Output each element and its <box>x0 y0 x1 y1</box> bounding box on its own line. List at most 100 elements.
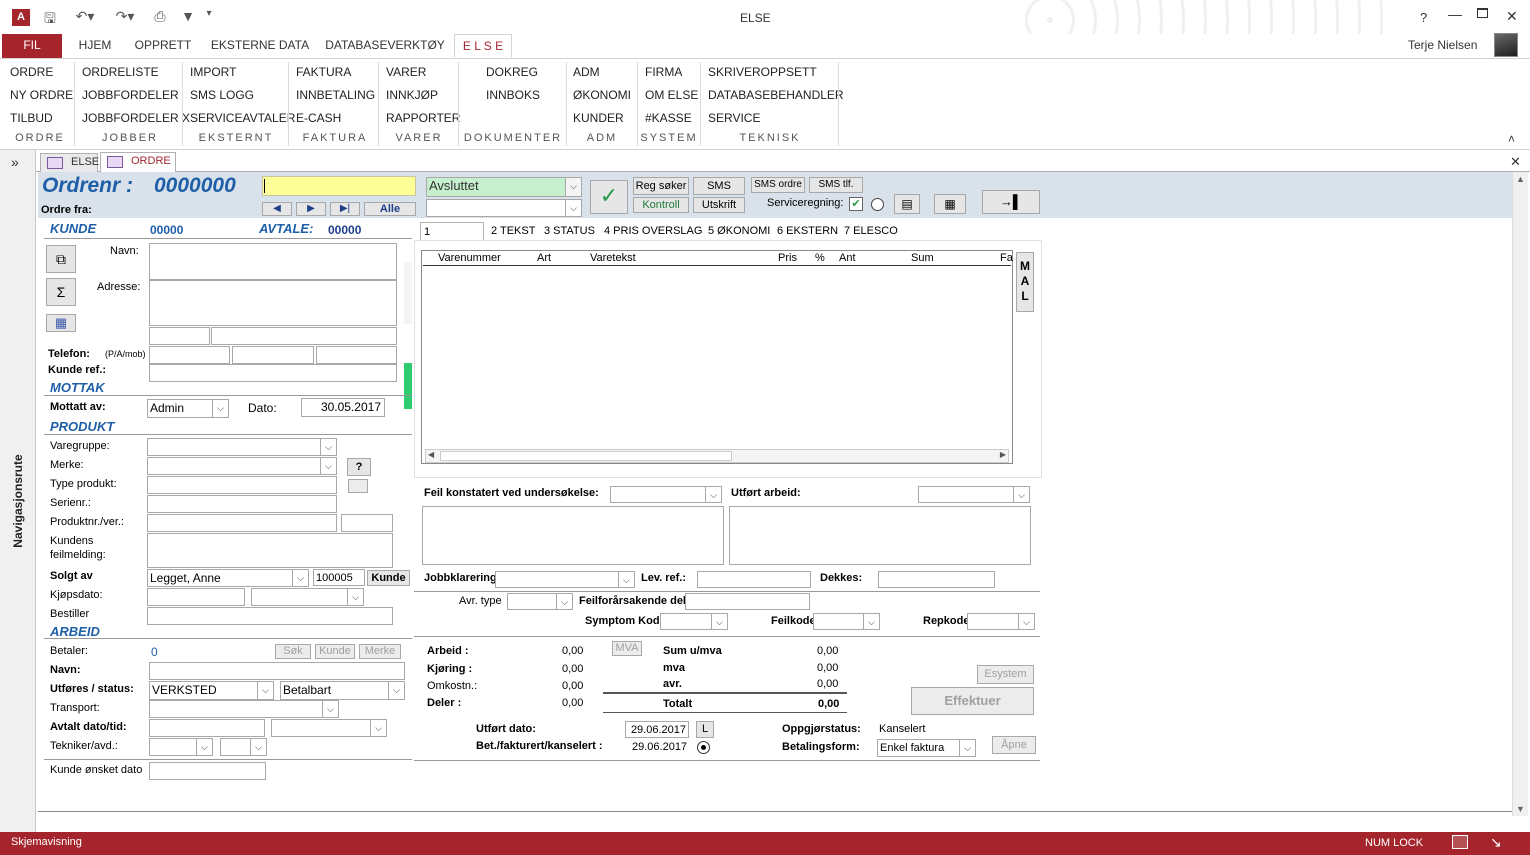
tab-tekst[interactable]: 2 TEKST <box>491 222 535 240</box>
avtalt-tid-select[interactable]: ⌵ <box>271 719 387 737</box>
layout-view-icon[interactable]: ↘ <box>1490 834 1502 851</box>
utfort-arbeid-select[interactable]: ⌵ <box>918 486 1030 503</box>
ribbon-service[interactable]: SERVICE <box>708 108 844 131</box>
ribbon-e-cash[interactable]: E-CASH <box>296 108 375 131</box>
serviceregning-checkbox[interactable]: ✔ <box>849 197 863 211</box>
betaler-field[interactable]: 0 <box>148 643 254 661</box>
onsket-dato-field[interactable] <box>149 762 266 780</box>
chevron-down-icon[interactable]: ⌵ <box>250 739 266 755</box>
nav-last-button[interactable]: ▶| <box>330 202 360 216</box>
chevron-down-icon[interactable]: ⌵ <box>212 400 228 417</box>
status-select[interactable]: Avsluttet ⌵ <box>426 177 582 197</box>
sms-tlf-button[interactable]: SMS tlf. <box>809 177 863 193</box>
versjon-field[interactable] <box>341 514 393 532</box>
ribbon-databasebehandler[interactable]: DATABASEBEHANDLER <box>708 85 844 108</box>
utfort-dato-field[interactable]: 29.06.2017 <box>625 721 689 738</box>
varegruppe-select[interactable]: ⌵ <box>147 438 337 456</box>
chevron-down-icon[interactable]: ⌵ <box>556 594 572 609</box>
solgt-av-select[interactable]: Legget, Anne ⌵ <box>147 569 309 587</box>
apne-button[interactable]: Åpne <box>992 736 1036 754</box>
feilmelding-field[interactable] <box>147 533 393 568</box>
feil-konstatert-text[interactable] <box>422 506 724 565</box>
ribbon-skriveroppsett[interactable]: SKRIVEROPPSETT <box>708 62 844 85</box>
kunde-button[interactable]: Kunde <box>367 570 410 586</box>
doc-tab-else[interactable]: ELSE <box>40 153 99 172</box>
nav-prev-button[interactable]: ◀ <box>262 202 292 216</box>
ribbon-innkjop[interactable]: INNKJØP <box>386 85 460 108</box>
feilkode-select[interactable]: ⌵ <box>813 613 880 630</box>
filter-icon[interactable]: ▼ <box>178 8 198 28</box>
close-icon[interactable]: ✕ <box>1506 8 1518 25</box>
nav-pane-label[interactable]: Navigasjonsrute <box>11 451 25 551</box>
ribbon-ordre[interactable]: ORDRE <box>10 62 73 85</box>
kontroll-button[interactable]: Kontroll <box>633 197 689 213</box>
nav-expand-icon[interactable]: » <box>11 154 19 170</box>
chevron-down-icon[interactable]: ⌵ <box>347 589 363 605</box>
close-doc-icon[interactable]: ✕ <box>1510 154 1521 170</box>
grid-icon[interactable]: ▦ <box>46 314 76 332</box>
chevron-down-icon[interactable]: ⌵ <box>370 720 386 736</box>
restore-icon[interactable] <box>1477 8 1488 18</box>
doc-tab-ordre[interactable]: ORDRE <box>100 152 176 173</box>
order-source-select[interactable]: ⌵ <box>426 199 582 217</box>
feil-konstatert-select[interactable]: ⌵ <box>610 486 722 503</box>
ribbon-ordreliste[interactable]: ORDRELISTE <box>82 62 190 85</box>
tab-oppgjor[interactable]: 1 OPPGJØR <box>420 222 484 256</box>
tab-hjem[interactable]: HJEM <box>68 34 122 58</box>
ribbon-om-else[interactable]: OM ELSE <box>645 85 698 108</box>
betalingsform-select[interactable]: Enkel faktura ⌵ <box>877 739 976 757</box>
jobbklarering-select[interactable]: ⌵ <box>495 571 635 588</box>
customize-qat-icon[interactable]: ▾ <box>202 8 216 28</box>
ribbon-innboks[interactable]: INNBOKS <box>486 85 540 108</box>
kunde-ref-field[interactable] <box>149 364 397 382</box>
ordrenr-input[interactable] <box>262 176 416 196</box>
ribbon-varer[interactable]: VARER <box>386 62 460 85</box>
ribbon-faktura[interactable]: FAKTURA <box>296 62 375 85</box>
bet-radio[interactable] <box>697 741 710 754</box>
ribbon-serviceavtaler[interactable]: SERVICEAVTALER <box>190 108 295 131</box>
esystem-button[interactable]: Esystem <box>977 665 1034 684</box>
help-icon[interactable]: ? <box>1420 10 1427 25</box>
postnr-field[interactable] <box>149 327 210 345</box>
dekkes-field[interactable] <box>878 571 995 588</box>
vertical-scrollbar[interactable]: ▲ ▼ <box>1512 172 1528 816</box>
exit-icon[interactable]: →▌ <box>982 190 1040 214</box>
ribbon-okonomi[interactable]: ØKONOMI <box>573 85 631 108</box>
chevron-down-icon[interactable]: ⌵ <box>1018 614 1034 629</box>
nav-next-button[interactable]: ▶ <box>296 202 326 216</box>
save-icon[interactable]: 🖫 <box>40 8 60 28</box>
chevron-down-icon[interactable]: ⌵ <box>320 458 336 474</box>
blank-button[interactable] <box>348 479 368 493</box>
document-icon[interactable]: ▤ <box>894 194 920 214</box>
mal-button[interactable]: MAL <box>1016 252 1034 312</box>
utskrift-button[interactable]: Utskrift <box>693 197 745 213</box>
l-button[interactable]: L <box>696 721 714 738</box>
chevron-down-icon[interactable]: ⌵ <box>322 701 338 717</box>
form-view-icon[interactable] <box>1452 835 1468 849</box>
redo-icon[interactable]: ↷▾ <box>110 8 140 28</box>
collapse-ribbon-icon[interactable]: ˄ <box>1508 132 1515 146</box>
poststed-field[interactable] <box>211 327 397 345</box>
avatar[interactable] <box>1494 33 1518 57</box>
tab-ekstern[interactable]: 6 EKSTERN <box>777 222 838 240</box>
kjopsdato-field[interactable] <box>147 588 245 606</box>
copy-icon[interactable]: ⧉ <box>46 245 76 273</box>
merke-button[interactable]: Merke <box>359 644 401 659</box>
tab-eksterne-data[interactable]: EKSTERNE DATA <box>206 34 314 58</box>
avdeling-select[interactable]: ⌵ <box>220 738 267 756</box>
effektuer-button[interactable]: Effektuer <box>911 687 1034 715</box>
tab-status[interactable]: 3 STATUS <box>544 222 595 240</box>
tekniker-select[interactable]: ⌵ <box>149 738 213 756</box>
sum-icon[interactable]: Σ <box>46 278 76 306</box>
ribbon-firma[interactable]: FIRMA <box>645 62 698 85</box>
adresse-field[interactable] <box>149 280 397 326</box>
ribbon-import[interactable]: IMPORT <box>190 62 295 85</box>
chevron-down-icon[interactable]: ⌵ <box>565 178 581 196</box>
horizontal-scrollbar[interactable]: ◀ ▶ <box>425 449 1009 463</box>
mottatt-av-select[interactable]: Admin ⌵ <box>147 399 229 418</box>
confirm-button[interactable]: ✓ <box>590 180 628 214</box>
dato-field[interactable]: 30.05.2017 <box>301 398 385 417</box>
transport-select[interactable]: ⌵ <box>149 700 339 718</box>
nav-all-button[interactable]: Alle <box>364 202 416 216</box>
type-produkt-field[interactable] <box>147 476 337 494</box>
